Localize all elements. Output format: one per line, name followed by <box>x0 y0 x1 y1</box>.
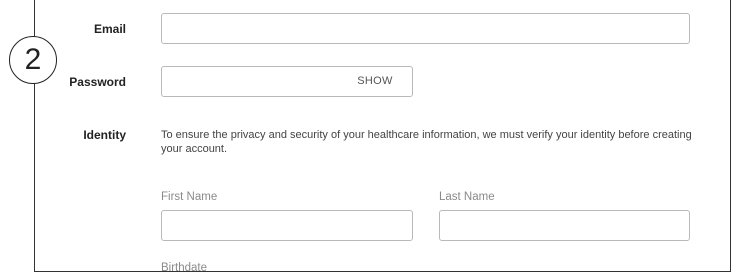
password-label: Password <box>69 75 126 89</box>
last-name-label: Last Name <box>439 191 495 203</box>
identity-help-text: To ensure the privacy and security of yo… <box>161 129 692 155</box>
first-name-label: First Name <box>161 191 218 203</box>
step-number-badge: 2 <box>9 36 57 84</box>
last-name-input[interactable] <box>439 210 690 241</box>
signup-form-screen: 2 Email Password SHOW Identity To ensure… <box>0 0 737 276</box>
email-input[interactable] <box>161 13 690 44</box>
email-label: Email <box>93 22 126 36</box>
first-name-input[interactable] <box>161 210 413 241</box>
birthdate-label: Birthdate <box>161 262 208 274</box>
identity-label: Identity <box>83 128 126 142</box>
show-password-toggle[interactable]: SHOW <box>345 74 405 88</box>
